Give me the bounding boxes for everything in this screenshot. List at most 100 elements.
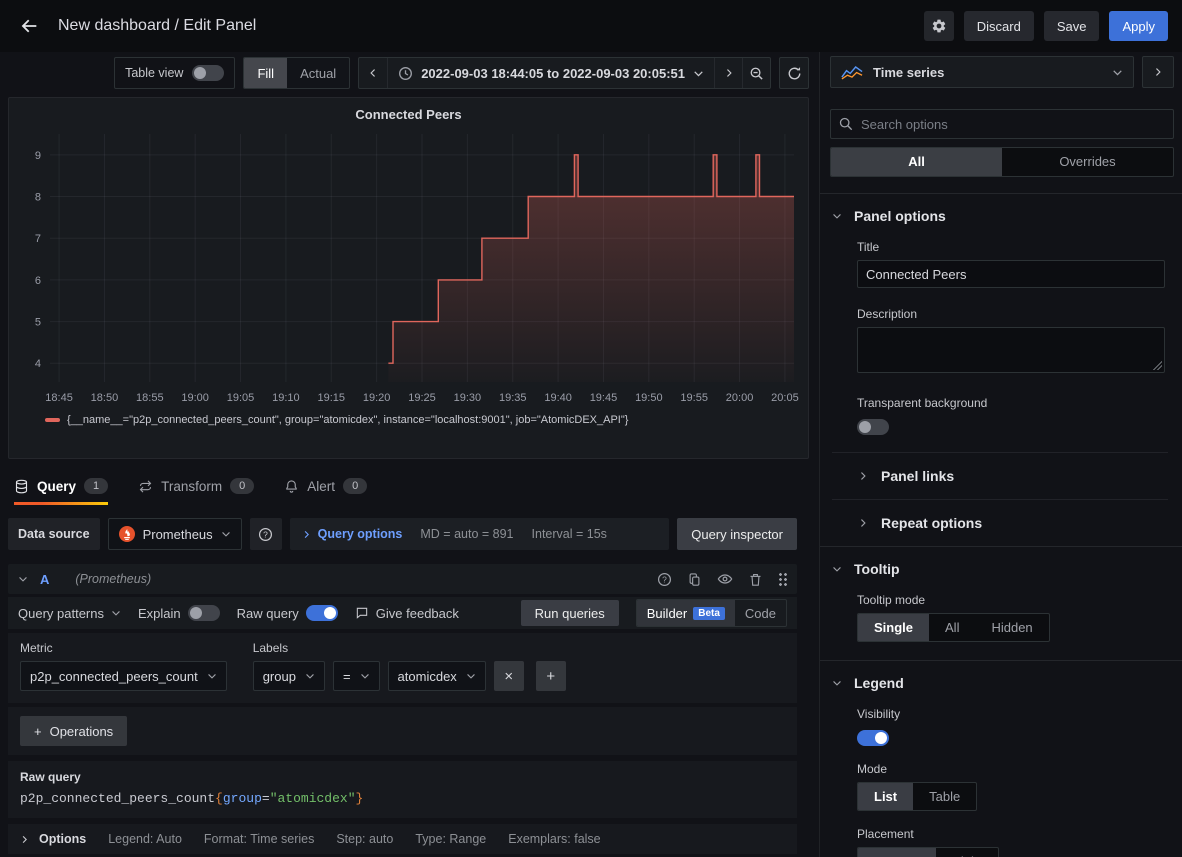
legend-mode-table[interactable]: Table bbox=[913, 783, 976, 810]
time-range-text: 2022-09-03 18:44:05 to 2022-09-03 20:05:… bbox=[421, 66, 685, 81]
chevron-down-icon bbox=[832, 211, 842, 221]
tooltip-mode-hidden[interactable]: Hidden bbox=[975, 614, 1048, 641]
series-label[interactable]: {__name__="p2p_connected_peers_count", g… bbox=[67, 414, 628, 426]
title-label: Title bbox=[857, 240, 1168, 254]
database-icon bbox=[14, 479, 29, 494]
tab-transform[interactable]: Transform 0 bbox=[138, 478, 254, 505]
collapse-chevron-icon[interactable] bbox=[18, 574, 28, 584]
fill-option[interactable]: Fill bbox=[244, 58, 287, 88]
legend-mode-list[interactable]: List bbox=[858, 783, 913, 810]
resize-handle-icon[interactable] bbox=[1153, 361, 1162, 370]
query-help-icon[interactable]: ? bbox=[657, 572, 672, 587]
svg-text:7: 7 bbox=[34, 233, 40, 245]
zoom-out-button[interactable] bbox=[742, 58, 770, 88]
search-options-input[interactable] bbox=[830, 109, 1174, 139]
transparent-background-toggle[interactable] bbox=[857, 419, 889, 435]
back-button[interactable] bbox=[14, 11, 44, 41]
labels-field: Labels group = atomicdex × + bbox=[253, 641, 566, 691]
chevron-left-icon bbox=[368, 68, 378, 78]
chevron-down-icon bbox=[221, 529, 231, 539]
panel-options-section: Panel options Title Description Transpar… bbox=[820, 194, 1182, 547]
eye-icon[interactable] bbox=[717, 571, 733, 587]
give-feedback-link[interactable]: Give feedback bbox=[355, 606, 459, 621]
svg-text:18:55: 18:55 bbox=[136, 392, 164, 404]
drag-handle-icon[interactable] bbox=[778, 572, 787, 586]
filter-all[interactable]: All bbox=[831, 148, 1002, 176]
raw-query-toggle[interactable] bbox=[306, 605, 338, 621]
datasource-picker[interactable]: Prometheus bbox=[108, 518, 242, 550]
timeseries-viz-icon bbox=[841, 65, 863, 80]
legend-summary: Legend: Auto bbox=[108, 832, 182, 846]
add-operation-button[interactable]: + Operations bbox=[20, 716, 127, 746]
options-toggle[interactable]: Options bbox=[20, 832, 86, 846]
legend-placement-right[interactable]: Right bbox=[936, 848, 998, 857]
legend-placement-label: Placement bbox=[857, 827, 1168, 841]
tab-query[interactable]: Query 1 bbox=[14, 478, 108, 505]
filter-overrides[interactable]: Overrides bbox=[1002, 148, 1173, 176]
label-value-select[interactable]: atomicdex bbox=[388, 661, 486, 691]
tooltip-mode-single[interactable]: Single bbox=[858, 614, 929, 641]
chevron-right-icon bbox=[724, 68, 734, 78]
legend-placement-bottom[interactable]: Bottom bbox=[858, 848, 936, 857]
panel-options-header[interactable]: Panel options bbox=[832, 208, 1168, 224]
trash-icon[interactable] bbox=[748, 572, 763, 587]
query-inspector-button[interactable]: Query inspector bbox=[677, 518, 797, 550]
panel-description-textarea[interactable] bbox=[857, 327, 1165, 373]
legend-header[interactable]: Legend bbox=[832, 675, 1168, 691]
legend-visibility-label: Visibility bbox=[857, 707, 1168, 721]
raw-query-block: Raw query p2p_connected_peers_count{grou… bbox=[8, 761, 797, 818]
explain-toggle[interactable] bbox=[188, 605, 220, 621]
refresh-button[interactable] bbox=[779, 57, 809, 89]
datasource-help-button[interactable]: ? bbox=[250, 518, 282, 550]
chart-panel-title: Connected Peers bbox=[9, 98, 808, 122]
actual-option[interactable]: Actual bbox=[287, 58, 349, 88]
time-shift-forward-button[interactable] bbox=[714, 58, 742, 88]
legend-section: Legend Visibility Mode List Table Placem… bbox=[820, 661, 1182, 857]
duplicate-icon[interactable] bbox=[687, 572, 702, 587]
metric-field: Metric p2p_connected_peers_count bbox=[20, 641, 227, 691]
time-shift-back-button[interactable] bbox=[359, 58, 387, 88]
label-operator-select[interactable]: = bbox=[333, 661, 380, 691]
label-key-select[interactable]: group bbox=[253, 661, 325, 691]
options-search bbox=[830, 109, 1174, 139]
query-row-header[interactable]: A (Prometheus) ? bbox=[8, 564, 797, 594]
raw-query-expression: p2p_connected_peers_count{group="atomicd… bbox=[20, 791, 785, 806]
search-icon bbox=[839, 117, 853, 131]
run-queries-button[interactable]: Run queries bbox=[521, 600, 619, 626]
tooltip-mode-segment: Single All Hidden bbox=[857, 613, 1050, 642]
save-button[interactable]: Save bbox=[1044, 11, 1100, 41]
apply-button[interactable]: Apply bbox=[1109, 11, 1168, 41]
query-options-toggle[interactable]: Query options bbox=[302, 527, 403, 541]
tooltip-header[interactable]: Tooltip bbox=[832, 561, 1168, 577]
add-label-button[interactable]: + bbox=[536, 661, 566, 691]
svg-text:19:10: 19:10 bbox=[272, 392, 300, 404]
toggle-viz-picker-button[interactable] bbox=[1142, 56, 1174, 88]
timeseries-chart[interactable]: 18:4518:5018:5519:0019:0519:1019:1519:20… bbox=[16, 124, 802, 412]
metric-select[interactable]: p2p_connected_peers_count bbox=[20, 661, 227, 691]
tab-alert[interactable]: Alert 0 bbox=[284, 478, 367, 505]
panel-links-row[interactable]: Panel links bbox=[832, 452, 1168, 499]
tab-alert-label: Alert bbox=[307, 479, 335, 494]
chevron-right-icon bbox=[1153, 67, 1163, 77]
alert-count-badge: 0 bbox=[343, 478, 367, 494]
svg-text:9: 9 bbox=[34, 150, 40, 162]
discard-button[interactable]: Discard bbox=[964, 11, 1034, 41]
refresh-icon bbox=[787, 66, 802, 81]
builder-option[interactable]: BuilderBeta bbox=[637, 600, 735, 626]
panel-title-input[interactable] bbox=[857, 260, 1165, 288]
transform-count-badge: 0 bbox=[230, 478, 254, 494]
legend-visibility-toggle[interactable] bbox=[857, 730, 889, 746]
prometheus-icon bbox=[119, 526, 135, 542]
visualization-picker[interactable]: Time series bbox=[830, 56, 1134, 88]
table-view-toggle[interactable] bbox=[192, 65, 224, 81]
repeat-options-row[interactable]: Repeat options bbox=[832, 499, 1168, 546]
settings-button[interactable] bbox=[924, 11, 954, 41]
query-patterns-dropdown[interactable]: Query patterns bbox=[18, 606, 121, 621]
time-range-button[interactable]: 2022-09-03 18:44:05 to 2022-09-03 20:05:… bbox=[387, 58, 714, 88]
table-view-group: Table view bbox=[114, 57, 235, 89]
remove-label-button[interactable]: × bbox=[494, 661, 524, 691]
svg-text:19:50: 19:50 bbox=[635, 392, 663, 404]
code-option[interactable]: Code bbox=[735, 600, 786, 626]
tooltip-mode-all[interactable]: All bbox=[929, 614, 975, 641]
svg-text:19:25: 19:25 bbox=[408, 392, 436, 404]
